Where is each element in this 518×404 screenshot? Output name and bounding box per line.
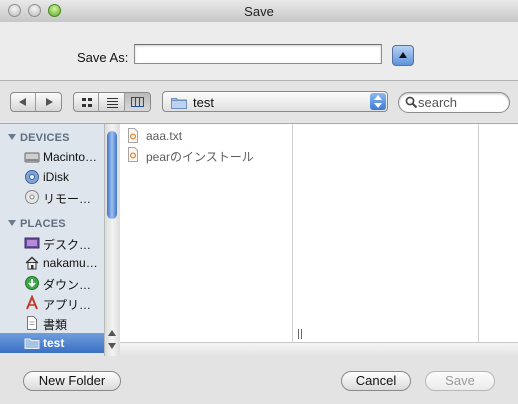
view-mode-buttons (73, 92, 151, 112)
file-item[interactable]: pearのインストール (126, 146, 296, 164)
list-view-button[interactable] (99, 93, 125, 111)
column-view-icon (130, 97, 144, 107)
sidebar-item-label: test (43, 336, 65, 350)
save-dialog: Save Save As: test search DEVICES Macint… (0, 0, 518, 404)
column-view-button[interactable] (124, 93, 150, 111)
back-arrow-icon (19, 98, 26, 106)
remote-disc-icon (25, 190, 39, 204)
downloads-icon (25, 276, 39, 290)
text-file-icon (128, 128, 138, 143)
forward-button[interactable] (36, 93, 61, 111)
file-name: aaa.txt (146, 129, 183, 143)
sidebar-item-macintosh-hd[interactable]: Macinto… (0, 147, 104, 167)
title-bar: Save (0, 0, 518, 23)
sidebar-item-home[interactable]: nakamu… (0, 253, 104, 273)
file-browser: DEVICES Macinto… iDisk リモート… PLACES デスクト… (0, 123, 518, 357)
sidebar-item-desktop[interactable]: デスクト… (0, 233, 104, 253)
icon-view-icon (82, 98, 92, 107)
forward-arrow-icon (46, 98, 53, 106)
places-header[interactable]: PLACES (8, 218, 66, 230)
sidebar-item-documents[interactable]: 書類 (0, 313, 104, 333)
new-folder-button[interactable]: New Folder (23, 371, 121, 391)
sidebar-item-label: 書類 (43, 318, 68, 332)
sidebar-item-idisk[interactable]: iDisk (0, 167, 104, 187)
cancel-button[interactable]: Cancel (341, 371, 411, 391)
collapse-dialog-button[interactable] (392, 45, 414, 66)
sidebar-item-label: アプリケ… (43, 298, 101, 312)
sidebar-item-label: リモート… (43, 192, 101, 206)
chevron-up-icon (399, 52, 407, 58)
text-file-icon (128, 147, 138, 162)
desktop-folder-icon (24, 237, 40, 249)
folder-icon (24, 338, 40, 349)
file-column-2 (305, 124, 479, 342)
disclosure-triangle-icon (8, 134, 16, 140)
home-icon (25, 256, 39, 270)
idisk-icon (25, 170, 39, 184)
button-bar: New Folder Cancel Save (0, 356, 518, 404)
horizontal-scrollbar[interactable] (120, 342, 518, 357)
icon-view-button[interactable] (74, 93, 100, 111)
applications-icon (26, 295, 38, 310)
sidebar-item-label: nakamu… (43, 256, 98, 270)
file-item[interactable]: aaa.txt (126, 127, 296, 145)
sidebar-item-downloads[interactable]: ダウンロ… (0, 273, 104, 293)
save-button[interactable]: Save (425, 371, 495, 391)
save-as-label: Save As: (77, 50, 129, 65)
scroll-down-icon[interactable] (108, 343, 116, 349)
save-as-row: Save As: (0, 22, 518, 81)
column-resize-handle[interactable] (297, 329, 303, 339)
sidebar-scrollbar[interactable] (104, 124, 120, 356)
back-button[interactable] (11, 93, 36, 111)
folder-icon (171, 98, 187, 109)
sidebar-item-label: デスクト… (43, 238, 101, 252)
hard-drive-icon (24, 152, 40, 163)
window-title: Save (244, 4, 274, 19)
history-buttons (10, 92, 62, 112)
documents-icon (27, 316, 37, 330)
sidebar-item-test[interactable]: test (0, 333, 104, 353)
search-input[interactable] (418, 94, 504, 110)
sidebar-item-label: iDisk (43, 170, 69, 184)
disclosure-triangle-icon (8, 220, 16, 226)
sidebar: DEVICES Macinto… iDisk リモート… PLACES デスクト… (0, 124, 104, 356)
list-view-icon (107, 98, 119, 108)
location-label: test (193, 95, 214, 110)
sidebar-item-applications[interactable]: アプリケ… (0, 293, 104, 313)
location-popup[interactable]: test (162, 91, 388, 112)
file-name: pearのインストール (146, 150, 254, 164)
search-box (398, 92, 510, 113)
devices-header[interactable]: DEVICES (8, 132, 70, 144)
sidebar-item-remote-disc[interactable]: リモート… (0, 187, 104, 207)
search-icon (405, 96, 418, 109)
sidebar-item-label: Macinto… (43, 150, 98, 164)
popup-arrows-icon (370, 93, 386, 110)
sidebar-item-label: ダウンロ… (43, 278, 101, 292)
toolbar: test (0, 81, 518, 122)
save-as-field[interactable] (134, 44, 382, 64)
sidebar-scroll-thumb[interactable] (107, 131, 117, 219)
scroll-up-icon[interactable] (108, 330, 116, 336)
